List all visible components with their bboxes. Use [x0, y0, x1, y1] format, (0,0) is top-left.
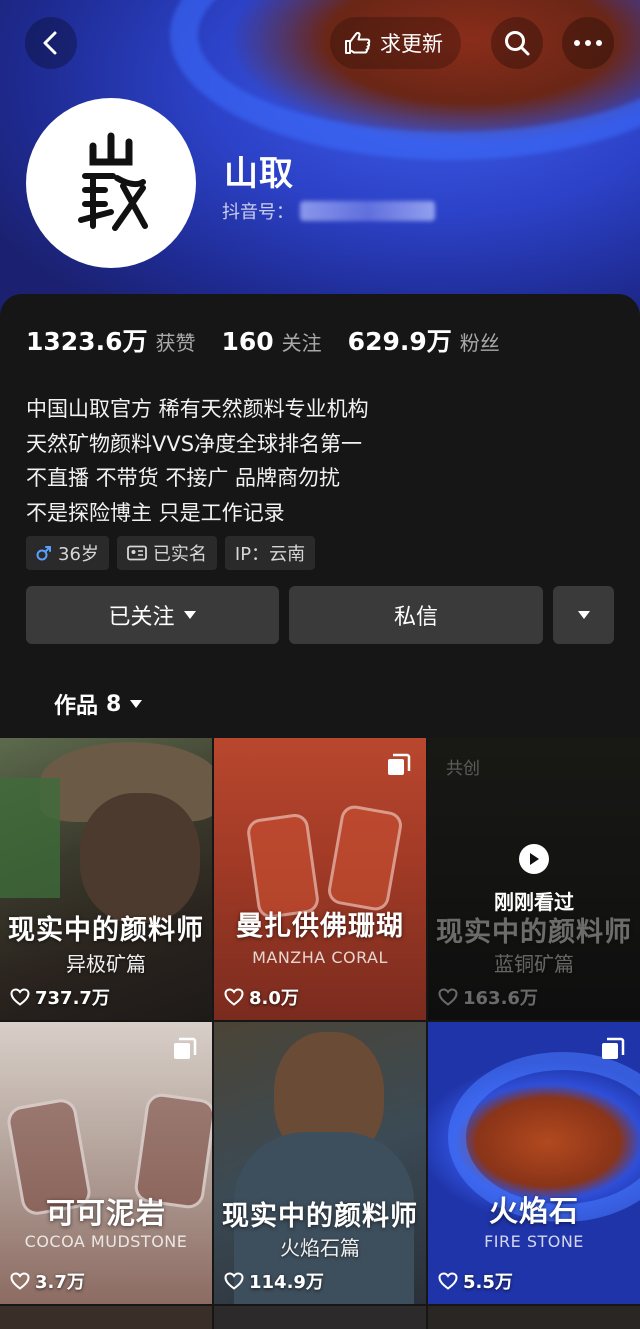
likes-count-text: 3.7万	[35, 1272, 85, 1293]
likes-count-text: 114.9万	[249, 1272, 324, 1293]
profile-tags: 36岁 已实名 IP：云南	[26, 536, 316, 570]
stats-row: 1323.6万 获赞 160 关注 629.9万 粉丝	[26, 322, 526, 358]
chevron-left-icon	[43, 31, 57, 55]
douyin-id-value-blurred	[300, 201, 435, 221]
age-tag: 36岁	[26, 536, 109, 570]
works-tab-count: 8	[106, 691, 122, 717]
back-button[interactable]	[25, 17, 77, 69]
top-bar: 求更新	[0, 0, 640, 86]
search-icon	[505, 31, 530, 56]
play-icon	[530, 853, 539, 865]
following-label: 关注	[281, 331, 322, 355]
video-tile[interactable]: 现实中的颜料师 火焰石篇 114.9万	[214, 1022, 426, 1304]
douyin-id: 抖音号：	[222, 198, 435, 224]
dimmed-thumbnail	[428, 738, 640, 1020]
tab-works[interactable]: 作品 8	[54, 688, 143, 720]
heart-icon	[10, 1272, 30, 1290]
search-button[interactable]	[491, 17, 543, 69]
multi-image-icon	[174, 1037, 197, 1059]
video-subtitle-en: COCOA MUDSTONE	[24, 1232, 188, 1251]
video-subtitle: 火焰石篇	[280, 1236, 360, 1260]
video-subtitle-en: MANZHA CORAL	[252, 948, 388, 967]
face-shape	[80, 793, 200, 923]
video-tile[interactable]: 曼扎供佛珊瑚 MANZHA CORAL 8.0万	[214, 738, 426, 1020]
bio: 中国山取官方 稀有天然颜料专业机构 天然矿物颜料VVS净度全球排名第一 不直播 …	[26, 392, 369, 530]
likes-count-text: 737.7万	[35, 988, 110, 1009]
video-subtitle-en: FIRE STONE	[484, 1232, 584, 1251]
followed-label: 已关注	[108, 605, 175, 630]
multi-image-icon	[602, 1037, 625, 1059]
followers-label: 粉丝	[459, 331, 500, 355]
ip-text: IP：云南	[234, 544, 306, 565]
message-label: 私信	[393, 605, 438, 630]
video-tile-partial[interactable]	[428, 1306, 640, 1329]
video-title: 曼扎供佛珊瑚	[236, 911, 404, 942]
video-likes: 114.9万	[224, 1268, 324, 1294]
video-likes: 163.6万	[438, 984, 538, 1010]
caret-down-icon	[577, 611, 590, 619]
calligraphy-logo: 山取	[71, 128, 148, 231]
video-title: 现实中的颜料师	[436, 917, 632, 948]
heart-icon	[224, 1272, 244, 1290]
message-button[interactable]: 私信	[289, 586, 543, 644]
likes-label: 获赞	[155, 331, 196, 355]
hand-point-icon	[345, 31, 371, 54]
age-text: 36岁	[58, 544, 99, 565]
video-tile[interactable]: 共创 刚刚看过 现实中的颜料师 蓝铜矿篇 163.6万	[428, 738, 640, 1020]
verified-tag: 已实名	[116, 536, 217, 570]
video-subtitle: 异极矿篇	[66, 952, 146, 976]
avatar[interactable]: 山取	[26, 98, 196, 268]
calligraphy-text: 山取	[71, 128, 73, 129]
followers-count[interactable]: 629.9万	[348, 322, 452, 358]
video-tile[interactable]: 现实中的颜料师 异极矿篇 737.7万	[0, 738, 212, 1020]
video-tile-partial[interactable]	[0, 1306, 212, 1329]
multi-image-icon	[388, 753, 411, 775]
ip-tag: IP：云南	[224, 536, 316, 570]
video-title: 现实中的颜料师	[222, 1201, 418, 1232]
caret-down-icon	[183, 611, 196, 619]
more-actions-button[interactable]	[553, 586, 614, 644]
more-dots-icon	[574, 40, 602, 46]
likes-count[interactable]: 1323.6万	[26, 322, 147, 358]
male-icon	[36, 546, 51, 561]
video-tile[interactable]: 可可泥岩 COCOA MUDSTONE 3.7万	[0, 1022, 212, 1304]
heart-icon	[438, 1272, 458, 1290]
id-card-icon	[127, 545, 147, 561]
action-buttons: 已关注 私信	[26, 586, 614, 644]
followed-button[interactable]: 已关注	[26, 586, 279, 644]
video-title: 现实中的颜料师	[8, 915, 204, 946]
likes-count-text: 8.0万	[249, 988, 299, 1009]
heart-icon	[438, 988, 458, 1006]
douyin-id-label: 抖音号：	[222, 202, 294, 223]
video-title: 可可泥岩	[45, 1196, 166, 1230]
bio-line: 中国山取官方 稀有天然颜料专业机构	[26, 397, 369, 421]
video-title: 火焰石	[488, 1194, 579, 1228]
likes-count-text: 163.6万	[463, 988, 538, 1009]
profile-name: 山取	[224, 154, 294, 194]
caret-down-icon	[130, 700, 143, 708]
bio-line: 天然矿物颜料VVS净度全球排名第一	[26, 431, 363, 456]
foliage-shape	[0, 778, 60, 898]
heart-icon	[10, 988, 30, 1006]
video-tile-partial[interactable]	[214, 1306, 426, 1329]
request-update-button[interactable]: 求更新	[330, 17, 461, 69]
video-likes: 5.5万	[438, 1268, 513, 1294]
more-button[interactable]	[562, 17, 614, 69]
video-tile[interactable]: 火焰石 FIRE STONE 5.5万	[428, 1022, 640, 1304]
likes-count-text: 5.5万	[463, 1272, 513, 1293]
works-tab-label: 作品	[54, 694, 99, 719]
video-likes: 8.0万	[224, 984, 299, 1010]
heart-icon	[224, 988, 244, 1006]
video-subtitle: 蓝铜矿篇	[494, 952, 574, 976]
verified-text: 已实名	[152, 544, 207, 565]
bio-line: 不直播 不带货 不接广 品牌商勿扰	[26, 466, 341, 490]
following-count[interactable]: 160	[221, 327, 273, 356]
video-likes: 3.7万	[10, 1268, 85, 1294]
video-likes: 737.7万	[10, 984, 110, 1010]
play-button[interactable]	[519, 844, 549, 874]
glass-jar-shape	[325, 803, 405, 913]
bio-line: 不是探险博主 只是工作记录	[26, 500, 285, 525]
request-update-label: 求更新	[380, 32, 443, 56]
